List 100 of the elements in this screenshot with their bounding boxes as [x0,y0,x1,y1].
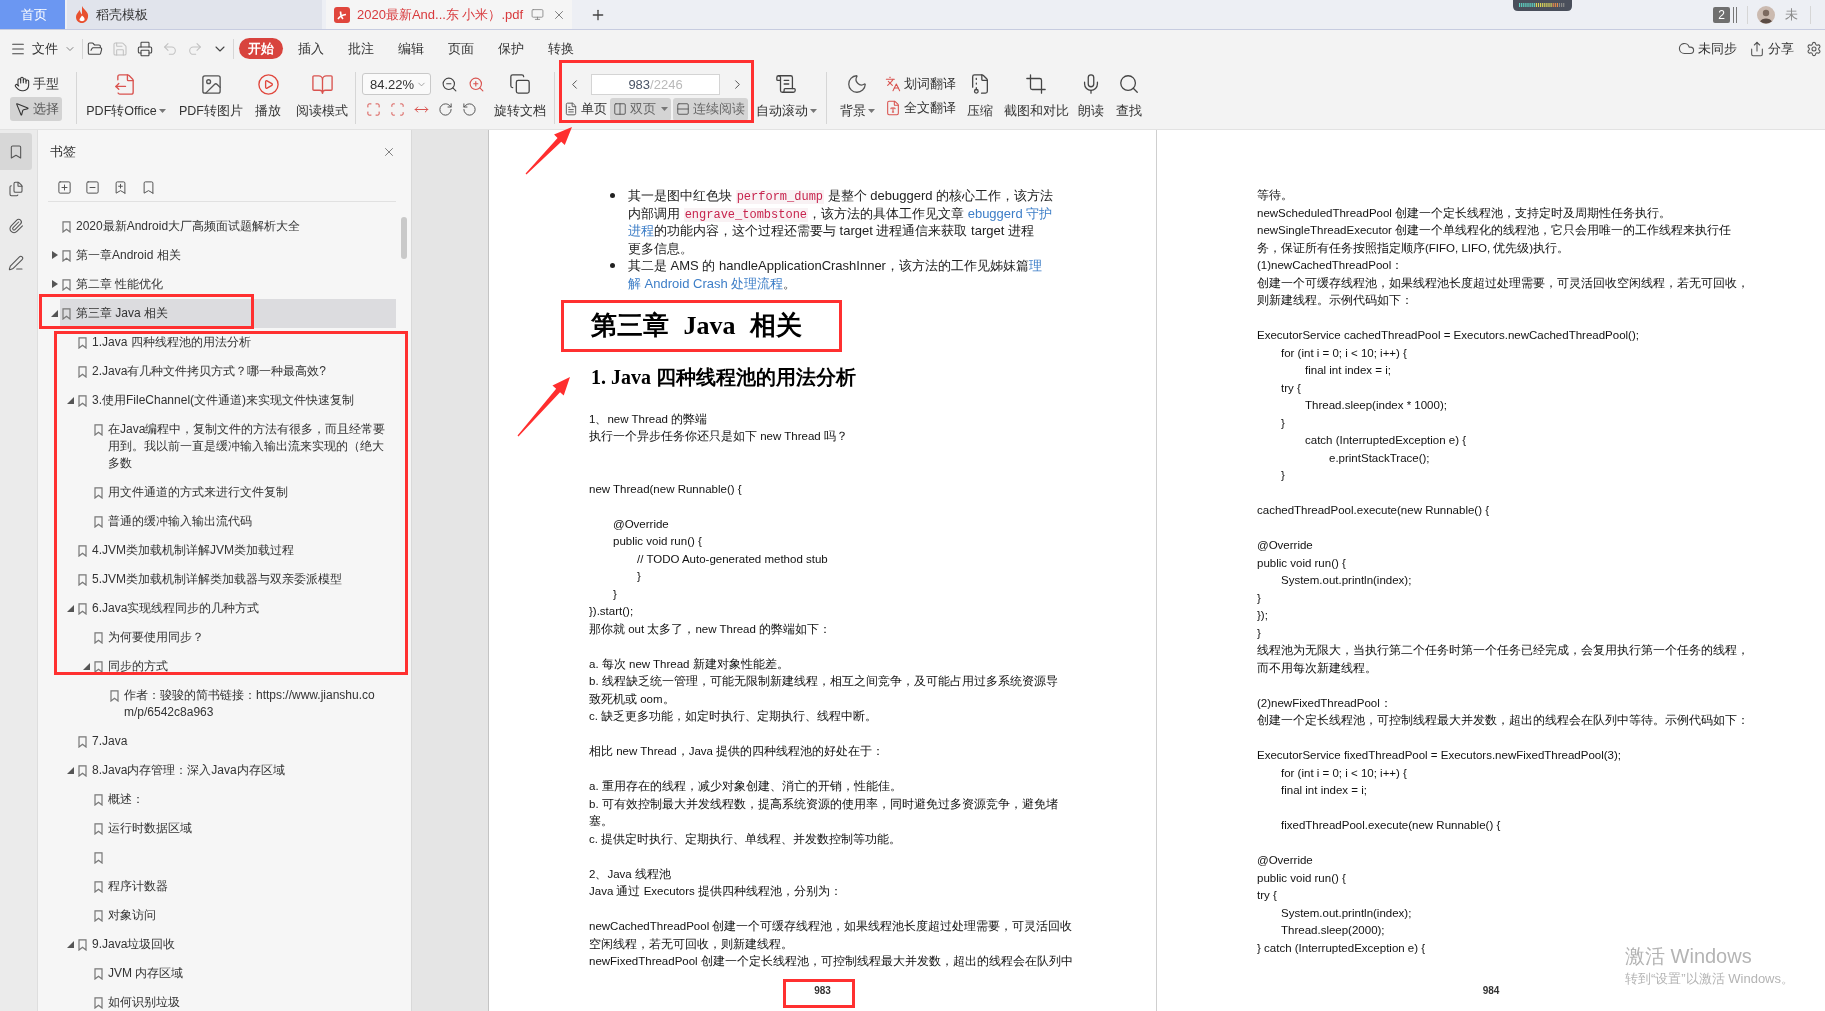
bookmark-icon[interactable] [141,180,156,195]
sync-button[interactable]: 未同步 [1678,39,1737,58]
code-line: for (int i = 0; i < 10; i++) { [1280,765,1407,781]
close-icon[interactable] [382,145,396,159]
bookmark-item[interactable]: 程序计数器 [92,872,396,901]
ribbon-tab[interactable]: 插入 [289,38,333,59]
bookmark-item[interactable]: 对象访问 [92,901,396,930]
bookmark-icon [62,220,71,233]
expanded-caret-icon[interactable] [66,940,74,948]
bookmark-icon [94,996,103,1009]
code-line: System.out.println(index); [1280,905,1412,921]
body-text: (1)newCachedThreadPool： [1257,258,1404,273]
bookmark-plus-icon[interactable] [113,180,128,195]
bookmark-item[interactable]: 2020最新Android大厂高频面试题解析大全 [60,212,396,241]
panel-title: 书签 [50,143,76,161]
bookmark-item[interactable]: 5.JVM类加载机制详解类加载器与双亲委派模型 [76,565,396,594]
collapsed-caret-icon[interactable] [50,280,58,288]
full-translate-button[interactable]: 全文翻译 [885,96,957,120]
ribbon-tab[interactable]: 编辑 [389,38,433,59]
find-button[interactable]: 查找 [1115,71,1143,119]
file-menu-button[interactable]: 文件 [6,35,80,62]
auto-scroll-button[interactable]: 自动滚动 [756,71,816,119]
code-line: try { [1280,380,1301,396]
select-tool-button[interactable]: 选择 [10,97,62,121]
ribbon-tab[interactable]: 批注 [339,38,383,59]
body-text: newSingleThreadExecutor 创建一个单线程化的线程池，它只会用唯一的工作线程来执行任 务，保证所有任务按照指定顺序(FIFO, LIFO, 优先级)执行。 [1257,223,1732,256]
bullet-paragraph: 其一是图中红色块 perform_dump 是整个 debuggerd 的核心工作，该方法 内部调用 engrave_tombstone，该方法的具体工作见文章 ebuggerd 守护 进程的功能内容，这个过程还需要与 target 进程通信来获取 target 进程 更多信息。 [628,187,1054,257]
read-aloud-button[interactable]: 朗读 [1077,71,1105,119]
bookmark-item[interactable]: 6.Java实现线程同步的几种方式 [76,594,396,623]
continuous-reading-button[interactable]: 连续阅读 [673,97,748,121]
bookmark-item[interactable]: 4.JVM类加载机制详解JVM类加载过程 [76,536,396,565]
hand-tool-button[interactable]: 手型 [10,72,62,96]
rotate-document-button[interactable]: 旋转文档 [494,71,546,119]
single-page-button[interactable]: 单页 [563,97,608,121]
templates-tab[interactable]: 稻壳模板 [67,0,322,29]
screenshot-compare-button[interactable]: 截图和对比 [1004,71,1068,119]
folder-icon[interactable] [87,40,103,57]
ribbon-tab[interactable]: 保护 [489,38,533,59]
bookmark-item[interactable]: 1.Java 四种线程池的用法分析 [76,328,396,357]
ribbon-tab[interactable]: 转换 [539,38,583,59]
zoom-out-icon[interactable] [441,75,458,93]
square-minus-icon[interactable] [85,180,100,195]
pdf-to-office-button[interactable]: PDF转Office [85,71,167,119]
bookmark-item[interactable]: 9.Java垃圾回收 [76,930,396,959]
bookmark-item[interactable]: 作者：骏骏的简书链接：https://www.jianshu.com/p/6542c8a963 [108,681,396,727]
settings-icon[interactable] [1806,40,1822,57]
bookmark-item[interactable]: 2.Java有几种文件拷贝方式？哪一种最高效? [76,357,396,386]
link[interactable]: ebuggerd 守护 [967,205,1053,221]
double-page-button[interactable]: 双页 [610,97,671,121]
ribbon-tab[interactable]: 开始 [239,38,283,59]
link[interactable]: 进程 [628,223,654,238]
expanded-caret-icon[interactable] [66,396,74,404]
ribbon-tab[interactable]: 页面 [439,38,483,59]
square-plus-icon[interactable] [57,180,72,195]
cursor-icon [14,101,30,117]
bookmark-item[interactable]: 为何要使用同步？ [92,623,396,652]
link[interactable]: 解 Android Crash 处理流程 [628,275,784,291]
rotate-clockwise-icon[interactable] [438,101,453,117]
printer-icon[interactable] [137,40,153,57]
compress-button[interactable]: 压缩 [966,71,994,119]
background-button[interactable]: 背景 [839,71,875,119]
body-text: 等待。 [1257,188,1293,203]
page-number-field[interactable]: 983/2246 [591,73,720,95]
bookmark-item[interactable]: JVM 内存区域 [92,959,396,988]
bookmark-item[interactable]: 运行时数据区域 [92,814,396,843]
zoom-in-icon[interactable] [468,75,485,93]
reading-mode-button[interactable]: 阅读模式 [294,71,350,119]
bookmark-item[interactable]: 在Java编程中，复制文件的方法有很多，而且经常要用到。我以前一直是缓冲输入输出流来实现的（绝大多数 [92,415,396,478]
bookmark-item[interactable]: 用文件通道的方式来进行文件复制 [92,478,396,507]
zoom-field[interactable]: 84.22% [362,73,431,95]
play-button[interactable]: 播放 [252,71,284,119]
document-tab[interactable]: 2020最新And...东 小米）.pdf [326,0,572,29]
bookmark-item[interactable]: 8.Java内存管理：深入Java内存区域 [76,756,396,785]
rotate-counterclockwise-icon[interactable] [462,101,477,117]
audio-meter-icon [1513,0,1572,11]
bookmark-item[interactable]: 7.Java [76,727,396,756]
pdf-to-image-button[interactable]: PDF转图片 [178,71,244,119]
expanded-caret-icon[interactable] [66,766,74,774]
avatar-icon[interactable] [1757,5,1775,24]
expanded-caret-icon[interactable] [82,662,90,670]
link[interactable]: 理 [1028,258,1042,273]
bookmark-item[interactable]: 第二章 性能优化 [60,270,396,299]
code-line: } [612,586,617,602]
bookmark-item[interactable]: 普通的缓冲输入输出流代码 [92,507,396,536]
bookmark-item[interactable]: 3.使用FileChannel(文件通道)来实现文件快速复制 [76,386,396,415]
share-button[interactable]: 分享 [1749,39,1794,58]
bookmark-item[interactable]: 第三章 Java 相关 [60,299,396,328]
bookmark-item[interactable]: 同步的方式 [92,652,396,681]
word-translate-button[interactable]: 划词翻译 [885,72,957,96]
bookmarks-tab[interactable] [0,133,32,170]
bookmark-icon [78,365,87,378]
bookmark-item[interactable]: 如何识别垃圾 [92,988,396,1011]
expanded-caret-icon[interactable] [50,309,58,317]
collapsed-caret-icon[interactable] [50,251,58,259]
expanded-caret-icon[interactable] [66,604,74,612]
count-badge[interactable]: 2 [1713,6,1730,23]
monitor-icon[interactable] [531,8,544,21]
scrollbar-thumb[interactable] [401,217,407,259]
bookmark-item[interactable]: 第一章Android 相关 [60,241,396,270]
bookmark-item[interactable]: 概述： [92,785,396,814]
